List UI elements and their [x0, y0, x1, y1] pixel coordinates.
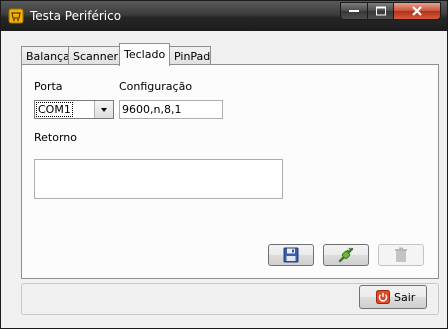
delete-button[interactable]: [378, 244, 424, 266]
chevron-down-icon: [101, 108, 107, 112]
tab-pinpad[interactable]: PinPad: [169, 46, 211, 65]
sair-label: Sair: [394, 291, 416, 304]
sair-button[interactable]: Sair: [359, 285, 427, 309]
maximize-button[interactable]: [367, 2, 394, 20]
power-icon: [376, 290, 390, 304]
tab-label: PinPad: [174, 50, 211, 63]
app-icon: [8, 8, 24, 24]
app-window: Testa Periférico Balança Scanner Teclado…: [0, 0, 448, 329]
retorno-label: Retorno: [34, 131, 77, 144]
connect-button[interactable]: [323, 244, 369, 266]
tab-label: Teclado: [124, 48, 166, 61]
save-button[interactable]: [268, 244, 314, 266]
tab-panel-teclado: Porta COM1 Configuração 9600,n,8,1 Retor…: [21, 64, 439, 279]
client-area: Balança Scanner Teclado PinPad Porta COM…: [9, 31, 439, 321]
porta-selected-value: COM1: [36, 102, 73, 117]
trash-icon: [395, 247, 407, 262]
configuracao-input[interactable]: 9600,n,8,1: [119, 100, 223, 119]
close-button[interactable]: [393, 2, 441, 20]
porta-select[interactable]: COM1: [34, 100, 114, 119]
dropdown-button[interactable]: [94, 101, 113, 118]
porta-label: Porta: [34, 80, 63, 93]
tab-label: Balança: [26, 50, 70, 63]
tab-teclado[interactable]: Teclado: [119, 43, 170, 66]
tab-balanca[interactable]: Balança: [21, 46, 70, 65]
retorno-textarea[interactable]: [34, 159, 283, 199]
minimize-icon: [349, 10, 359, 12]
close-icon: [412, 6, 422, 16]
maximize-icon: [375, 6, 386, 16]
window-title: Testa Periférico: [30, 9, 122, 23]
tab-scanner[interactable]: Scanner: [68, 46, 120, 65]
tab-label: Scanner: [73, 50, 119, 63]
title-bar[interactable]: Testa Periférico: [1, 1, 447, 31]
plug-icon: [338, 247, 354, 263]
minimize-button[interactable]: [340, 2, 368, 20]
floppy-disk-icon: [283, 247, 299, 263]
configuracao-label: Configuração: [119, 80, 193, 93]
